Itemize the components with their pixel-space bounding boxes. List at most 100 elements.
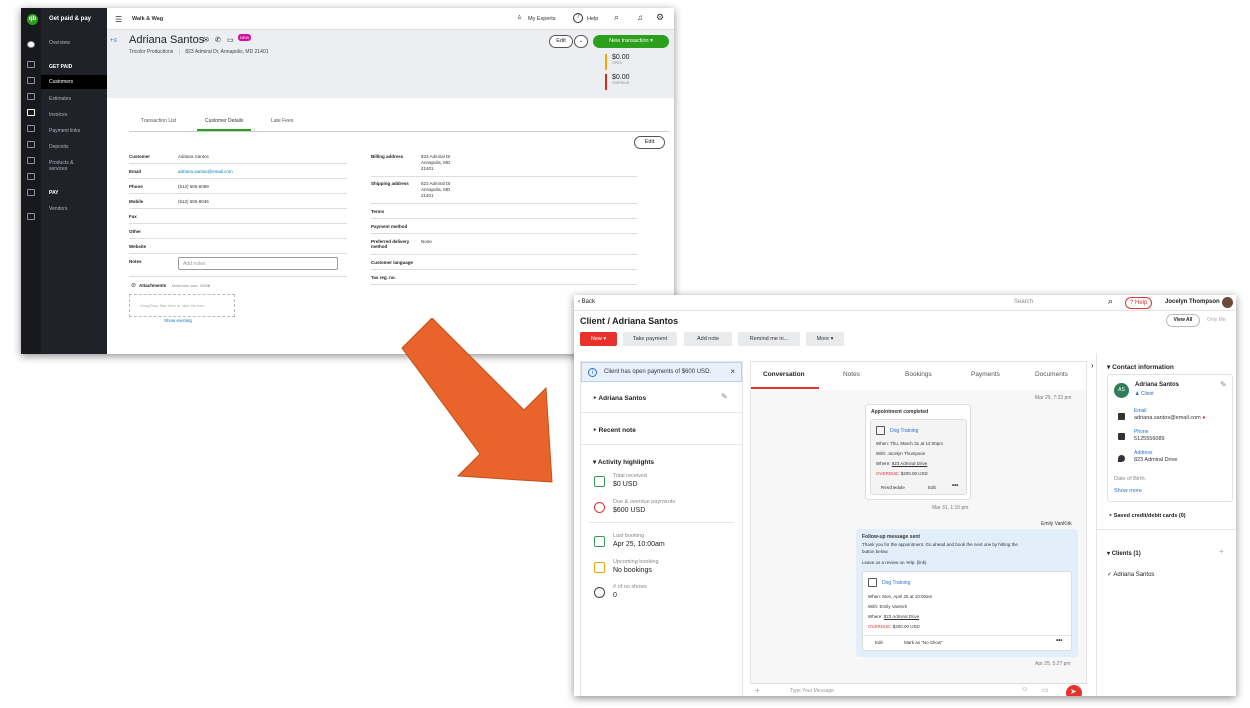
video-icon[interactable]: ▭ — [227, 36, 234, 44]
image-icon[interactable]: ▭ — [1042, 686, 1049, 694]
search-icon[interactable]: ⌕ — [1108, 296, 1113, 307]
more-icon[interactable]: ••• — [952, 483, 958, 489]
sidebar-item-products[interactable]: Products & services — [49, 160, 93, 172]
divider — [581, 444, 742, 445]
where-link[interactable]: 823 Admiral Drive — [892, 461, 928, 466]
client-name-section[interactable]: ‣ Adriana Santos — [593, 394, 646, 402]
user-name[interactable]: Jocelyn Thompson — [1165, 299, 1220, 305]
service-link[interactable]: Dog Training — [882, 580, 910, 586]
clients-section[interactable]: ▾ Clients (1) — [1107, 550, 1141, 557]
sidebar-item-overview[interactable]: Overview — [49, 40, 70, 46]
qb-logo-icon[interactable]: qb — [27, 14, 38, 25]
back-link[interactable]: ‹ Back — [578, 299, 595, 305]
pencil-icon[interactable]: ✎ — [721, 392, 728, 401]
bank-icon[interactable] — [27, 93, 35, 100]
add-client-icon[interactable]: + — [1219, 547, 1224, 556]
timestamp: Mar 31, 1:16 pm — [932, 505, 969, 511]
chart-icon[interactable] — [27, 77, 35, 84]
help-button[interactable]: ? Help — [1125, 297, 1153, 309]
report-icon[interactable] — [27, 125, 35, 132]
tab-conversation[interactable]: Conversation — [763, 371, 805, 378]
field-value-email[interactable]: adriana.santos@email.com — [178, 169, 233, 174]
view-all-toggle[interactable]: View All — [1166, 314, 1200, 327]
apps-icon[interactable] — [27, 189, 35, 196]
appt-edit-button[interactable]: Edit — [928, 485, 936, 490]
reschedule-button[interactable]: Reschedule — [881, 485, 905, 490]
edit-customer-button[interactable]: Edit — [549, 35, 573, 48]
tab-late-fees[interactable]: Late Fees — [271, 118, 293, 124]
tab-transaction-list[interactable]: Transaction List — [141, 118, 176, 124]
chevron-right-icon[interactable]: › — [1091, 361, 1094, 370]
briefcase-icon[interactable] — [27, 141, 35, 148]
search-input[interactable]: Search — [1014, 299, 1106, 305]
sidebar-item-vendors[interactable]: Vendors — [49, 206, 67, 212]
plus-icon[interactable] — [27, 41, 35, 48]
take-payment-button[interactable]: Take payment — [623, 332, 677, 346]
open-bar — [605, 54, 607, 70]
client-list-item[interactable]: ✓ Adriana Santos — [1107, 571, 1154, 578]
saved-cards-section[interactable]: ‣ Saved credit/debit cards (0) — [1109, 513, 1186, 519]
sidebar-item-customers[interactable]: Customers — [41, 75, 107, 89]
tab-documents[interactable]: Documents — [1035, 371, 1068, 378]
home-icon[interactable] — [27, 61, 35, 68]
mail-icon[interactable]: ✉ — [203, 36, 209, 44]
plus-icon[interactable]: + — [755, 686, 760, 695]
message-input[interactable]: Type Your Message — [790, 688, 834, 694]
more-icon[interactable]: ••• — [1056, 638, 1062, 644]
tab-customer-details[interactable]: Customer Details — [197, 118, 252, 131]
sidebar-item-invoices[interactable]: Invoices — [49, 112, 67, 118]
remind-me-button[interactable]: Remind me in... — [738, 332, 800, 346]
more-button[interactable]: More ▾ — [806, 332, 844, 346]
my-experts-link[interactable]: My Experts — [528, 16, 556, 22]
search-icon[interactable]: ⌕ — [614, 12, 619, 23]
tab-bookings[interactable]: Bookings — [905, 371, 932, 378]
service-link[interactable]: Dog Training — [890, 428, 918, 434]
emoji-icon[interactable]: ☺ — [1021, 686, 1028, 693]
booking-edit-button[interactable]: Edit — [875, 640, 883, 645]
close-icon[interactable]: × — [730, 367, 735, 376]
divider — [371, 254, 637, 255]
sidebar-item-payment-links[interactable]: Payment links — [49, 128, 80, 134]
details-edit-button[interactable]: Edit — [634, 136, 665, 149]
only-me-toggle[interactable]: Only Me — [1207, 317, 1226, 323]
customers-icon[interactable] — [27, 109, 35, 116]
phone-value[interactable]: 5125556089 — [1134, 436, 1165, 442]
new-transaction-button[interactable]: New transaction ▾ — [593, 35, 669, 48]
add-note-button[interactable]: Add note — [684, 332, 732, 346]
tab-notes[interactable]: Notes — [843, 371, 860, 378]
field-label-delivery: Preferred delivery method — [371, 239, 410, 249]
help-link[interactable]: Help — [587, 16, 598, 22]
edit-dropdown-button[interactable]: ⌄ — [574, 35, 588, 48]
no-show-button[interactable]: Mark as "No Show" — [904, 640, 943, 645]
collapse-icon[interactable]: +≡ — [110, 38, 117, 44]
gear-icon[interactable]: ⚙ — [656, 12, 664, 23]
bell-icon[interactable]: ♫ — [637, 13, 643, 22]
help-icon[interactable]: ? — [573, 13, 583, 23]
user-avatar[interactable] — [1222, 297, 1233, 308]
pencil-icon[interactable]: ✎ — [1220, 380, 1227, 389]
where-link[interactable]: 823 Admiral Drive — [884, 614, 920, 619]
new-button[interactable]: New ▾ — [580, 332, 617, 346]
address-value[interactable]: 823 Admiral Drive — [1134, 457, 1177, 463]
attachment-dropzone[interactable]: Drag/Drop files here or click the icon — [129, 294, 235, 317]
calendar-icon[interactable] — [27, 173, 35, 180]
send-button[interactable]: ➤ — [1066, 685, 1082, 696]
show-more-link[interactable]: Show more — [1114, 488, 1142, 494]
document-icon[interactable] — [27, 157, 35, 164]
email-value[interactable]: adriana.santos@email.com ● — [1134, 415, 1206, 421]
recent-note-section[interactable]: ‣ Recent note — [593, 426, 636, 434]
phone-icon[interactable]: ✆ — [215, 36, 221, 44]
sidebar-item-estimates[interactable]: Estimates — [49, 96, 71, 102]
paperclip-icon[interactable]: ⊘ — [131, 282, 136, 289]
show-existing-link[interactable]: Show existing — [164, 318, 192, 323]
bookmark-icon[interactable] — [27, 213, 35, 220]
sidebar-item-deposits[interactable]: Deposits — [49, 144, 68, 150]
tab-payments[interactable]: Payments — [971, 371, 1000, 378]
divider — [129, 276, 347, 277]
contact-info-header[interactable]: ▾ Contact information — [1107, 363, 1174, 371]
hamburger-icon[interactable]: ☰ — [115, 15, 122, 24]
experts-icon[interactable]: ♙ — [517, 15, 522, 21]
notes-input[interactable]: Add notes — [178, 257, 338, 270]
hl-value-upcoming: No bookings — [613, 567, 652, 574]
activity-highlights-section[interactable]: ▾ Activity highlights — [593, 458, 654, 466]
